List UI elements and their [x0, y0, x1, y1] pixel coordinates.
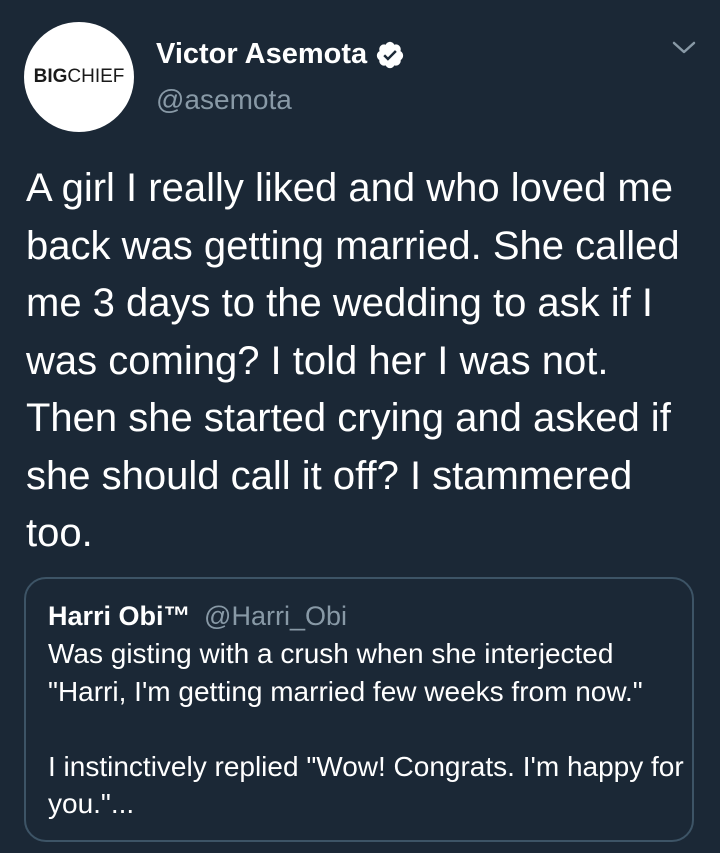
chevron-down-icon[interactable]: [670, 38, 698, 58]
author-handle[interactable]: @asemota: [156, 84, 292, 116]
quoted-paragraph-2: I instinctively replied "Wow! Congrats. …: [48, 750, 684, 820]
quoted-author-handle: @Harri_Obi: [204, 601, 347, 631]
tweet-text: A girl I really liked and who loved me b…: [26, 166, 680, 555]
quoted-tweet[interactable]: Harri Obi™ @Harri_Obi Was gisting with a…: [24, 577, 694, 842]
author-display-name[interactable]: Victor Asemota: [156, 38, 405, 71]
quoted-author-name: Harri Obi™: [48, 601, 191, 631]
quoted-paragraph-1: Was gisting with a crush when she interj…: [48, 638, 643, 707]
avatar-logo: BIGCHIEF: [33, 66, 125, 87]
avatar[interactable]: BIGCHIEF: [24, 22, 134, 132]
quoted-tweet-text: Was gisting with a crush when she interj…: [48, 635, 688, 823]
author-name-text: Victor Asemota: [156, 38, 368, 70]
quoted-tweet-header: Harri Obi™ @Harri_Obi: [48, 601, 347, 632]
verified-badge-icon: [377, 41, 404, 68]
